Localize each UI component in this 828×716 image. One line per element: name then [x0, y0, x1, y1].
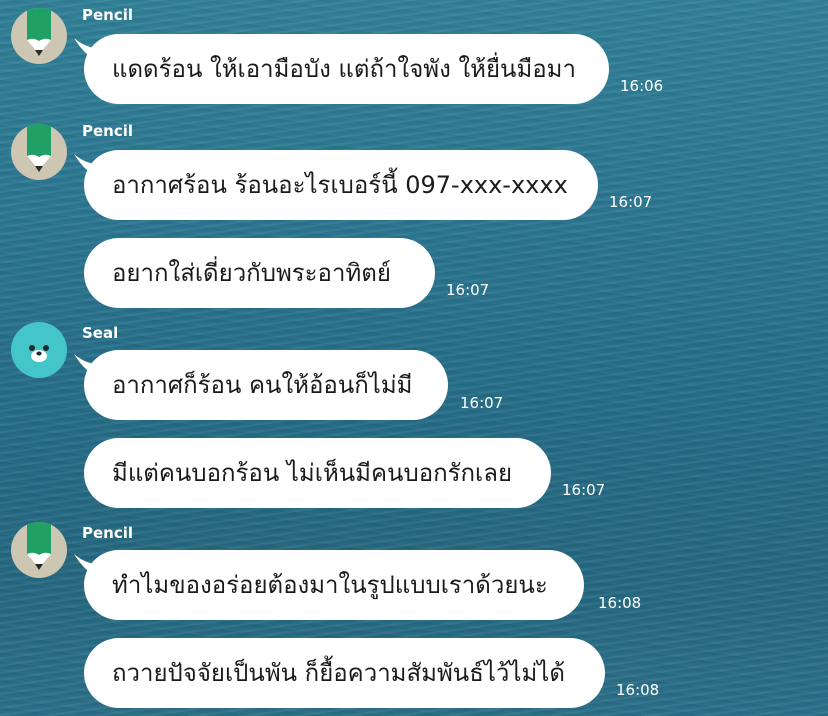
message-bubble[interactable]: อากาศร้อน ร้อนอะไรเบอร์นี้ 097-xxx-xxxx — [84, 150, 598, 220]
sender-name: Pencil — [82, 6, 134, 24]
message-time: 16:08 — [598, 594, 642, 612]
pencil-avatar-icon[interactable] — [11, 8, 67, 64]
message-bubble[interactable]: ทำไมของอร่อยต้องมาในรูปแบบเราด้วยนะ — [84, 550, 584, 620]
message-bubble[interactable]: มีแต่คนบอกร้อน ไม่เห็นมีคนบอกรักเลย — [84, 438, 551, 508]
message-time: 16:07 — [609, 193, 653, 211]
sender-name: Seal — [82, 324, 119, 342]
seal-avatar-icon[interactable] — [11, 322, 67, 378]
message-time: 16:08 — [616, 681, 660, 699]
message-time: 16:07 — [562, 481, 606, 499]
message-bubble[interactable]: อยากใส่เดี่ยวกับพระอาทิตย์ — [84, 238, 435, 308]
message-time: 16:06 — [620, 77, 664, 95]
sender-name: Pencil — [82, 524, 134, 542]
sender-name: Pencil — [82, 122, 134, 140]
pencil-avatar-icon[interactable] — [11, 522, 67, 578]
message-time: 16:07 — [460, 394, 504, 412]
message-bubble[interactable]: อากาศก็ร้อน คนให้อ้อนก็ไม่มี — [84, 350, 448, 420]
message-bubble[interactable]: ถวายปัจจัยเป็นพัน ก็ยื้อความสัมพันธ์ไว้ไ… — [84, 638, 605, 708]
message-time: 16:07 — [446, 281, 490, 299]
pencil-avatar-icon[interactable] — [11, 124, 67, 180]
message-bubble[interactable]: แดดร้อน ให้เอามือบัง แต่ถ้าใจพัง ให้ยื่น… — [84, 34, 609, 104]
